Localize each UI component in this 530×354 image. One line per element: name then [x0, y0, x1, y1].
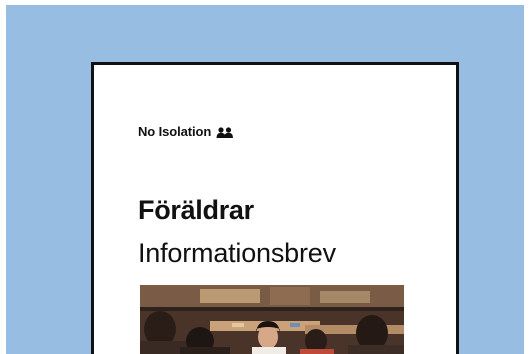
- two-people-icon: [216, 126, 234, 138]
- document-card[interactable]: No Isolation Föräldrar Informationsbrev: [91, 62, 459, 354]
- classroom-photo: [140, 285, 404, 354]
- brand-logo: No Isolation: [138, 124, 234, 139]
- brand-name: No Isolation: [138, 124, 212, 139]
- document-title: Föräldrar: [138, 195, 254, 225]
- document-subtitle: Informationsbrev: [138, 238, 336, 268]
- backdrop: No Isolation Föräldrar Informationsbrev: [6, 5, 524, 354]
